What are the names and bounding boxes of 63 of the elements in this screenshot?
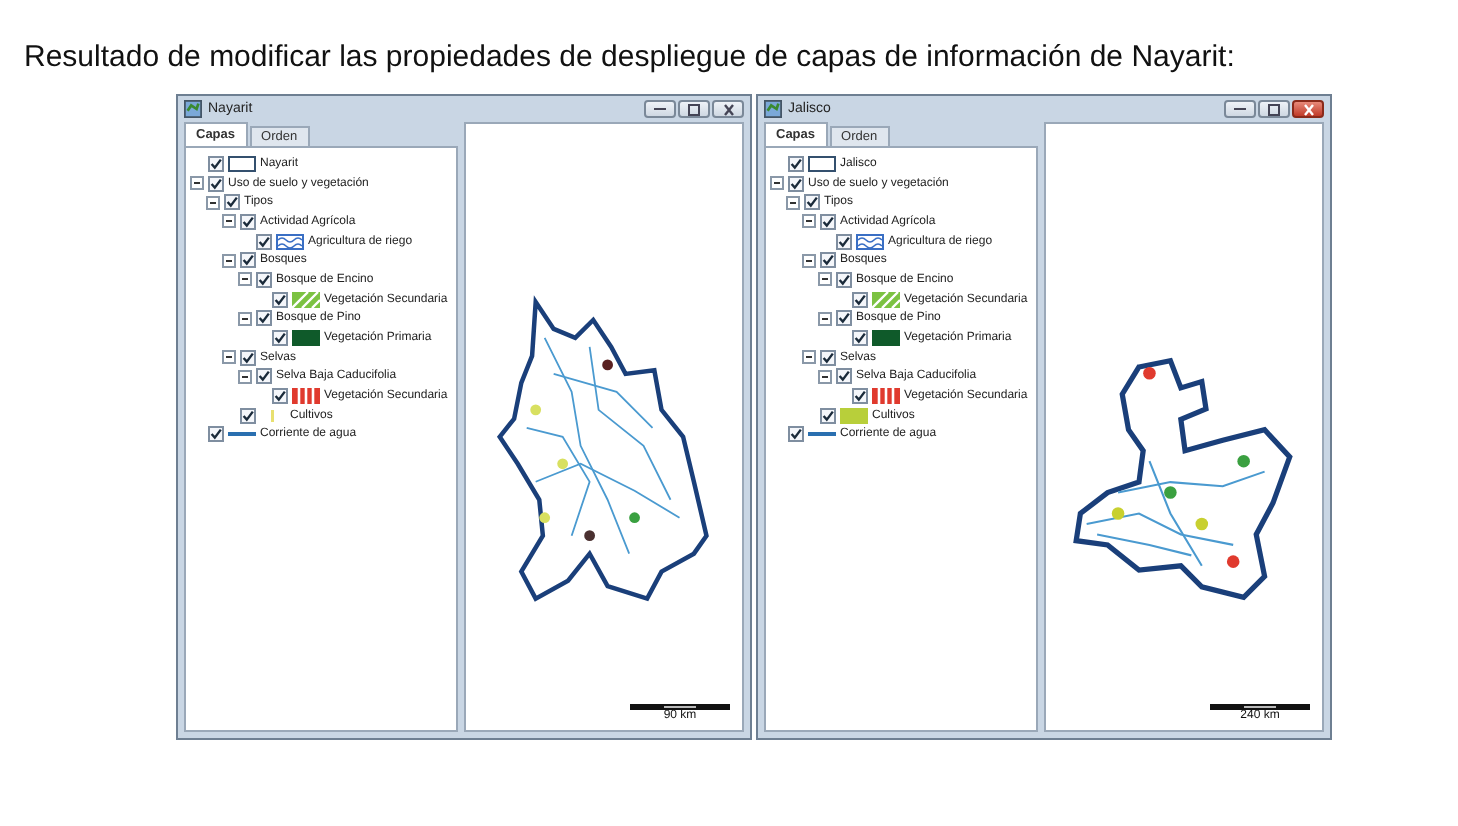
minimize-icon xyxy=(654,107,666,111)
close-icon xyxy=(1303,103,1313,115)
layer-checkbox[interactable] xyxy=(256,310,272,327)
layer-checkbox[interactable] xyxy=(788,175,804,192)
collapse-toggle[interactable] xyxy=(222,253,236,268)
minimize-button[interactable] xyxy=(644,100,676,118)
scale-bar xyxy=(630,704,730,710)
layer-checkbox[interactable] xyxy=(256,271,272,288)
maximize-icon xyxy=(1268,103,1280,115)
collapse-toggle[interactable] xyxy=(802,253,816,268)
minimize-icon xyxy=(1234,107,1246,111)
collapse-toggle[interactable] xyxy=(222,350,236,365)
layer-checkbox[interactable] xyxy=(836,310,852,327)
collapse-toggle[interactable] xyxy=(818,311,832,326)
layer-checkbox[interactable] xyxy=(256,233,272,250)
layer-checkbox[interactable] xyxy=(208,155,224,172)
layer-checkbox[interactable] xyxy=(852,388,868,405)
maximize-icon xyxy=(688,103,700,115)
collapse-toggle[interactable] xyxy=(206,195,220,210)
minimize-button[interactable] xyxy=(1224,100,1256,118)
layer-checkbox[interactable] xyxy=(272,291,288,308)
layer-checkbox[interactable] xyxy=(836,233,852,250)
layer-checkbox[interactable] xyxy=(224,194,240,211)
layer-checkbox[interactable] xyxy=(820,213,836,230)
collapse-toggle[interactable] xyxy=(238,311,252,326)
layer-checkbox[interactable] xyxy=(788,426,804,443)
collapse-toggle[interactable] xyxy=(802,350,816,365)
collapse-toggle[interactable] xyxy=(786,195,800,210)
scale-bar xyxy=(1210,704,1310,710)
layer-checkbox[interactable] xyxy=(836,271,852,288)
collapse-toggle[interactable] xyxy=(238,272,252,287)
collapse-toggle[interactable] xyxy=(802,214,816,229)
layer-checkbox[interactable] xyxy=(820,252,836,269)
layer-checkbox[interactable] xyxy=(804,194,820,211)
layer-checkbox[interactable] xyxy=(256,368,272,385)
layer-checkbox[interactable] xyxy=(820,407,836,424)
heading-text: Resultado de modificar las propiedades de despliegue de capas de información de Nayarit: xyxy=(22,38,1237,78)
layer-checkbox[interactable] xyxy=(820,349,836,366)
layer-checkbox[interactable] xyxy=(240,213,256,230)
layer-checkbox[interactable] xyxy=(272,330,288,347)
layer-checkbox[interactable] xyxy=(240,252,256,269)
collapse-toggle[interactable] xyxy=(238,369,252,384)
layer-checkbox[interactable] xyxy=(208,175,224,192)
layer-checkbox[interactable] xyxy=(852,291,868,308)
layer-checkbox[interactable] xyxy=(852,330,868,347)
close-button[interactable] xyxy=(712,100,744,118)
collapse-toggle[interactable] xyxy=(190,176,204,191)
close-button[interactable] xyxy=(1292,100,1324,118)
layer-checkbox[interactable] xyxy=(240,407,256,424)
layer-checkbox[interactable] xyxy=(272,388,288,405)
collapse-toggle[interactable] xyxy=(818,272,832,287)
maximize-button[interactable] xyxy=(678,100,710,118)
collapse-toggle[interactable] xyxy=(770,176,784,191)
layer-checkbox[interactable] xyxy=(788,155,804,172)
layer-checkbox[interactable] xyxy=(208,426,224,443)
collapse-toggle[interactable] xyxy=(818,369,832,384)
collapse-toggle[interactable] xyxy=(222,214,236,229)
maximize-button[interactable] xyxy=(1258,100,1290,118)
layer-checkbox[interactable] xyxy=(240,349,256,366)
map-icon xyxy=(764,100,782,118)
layer-checkbox[interactable] xyxy=(836,368,852,385)
close-icon xyxy=(723,103,733,115)
map-icon xyxy=(184,100,202,118)
